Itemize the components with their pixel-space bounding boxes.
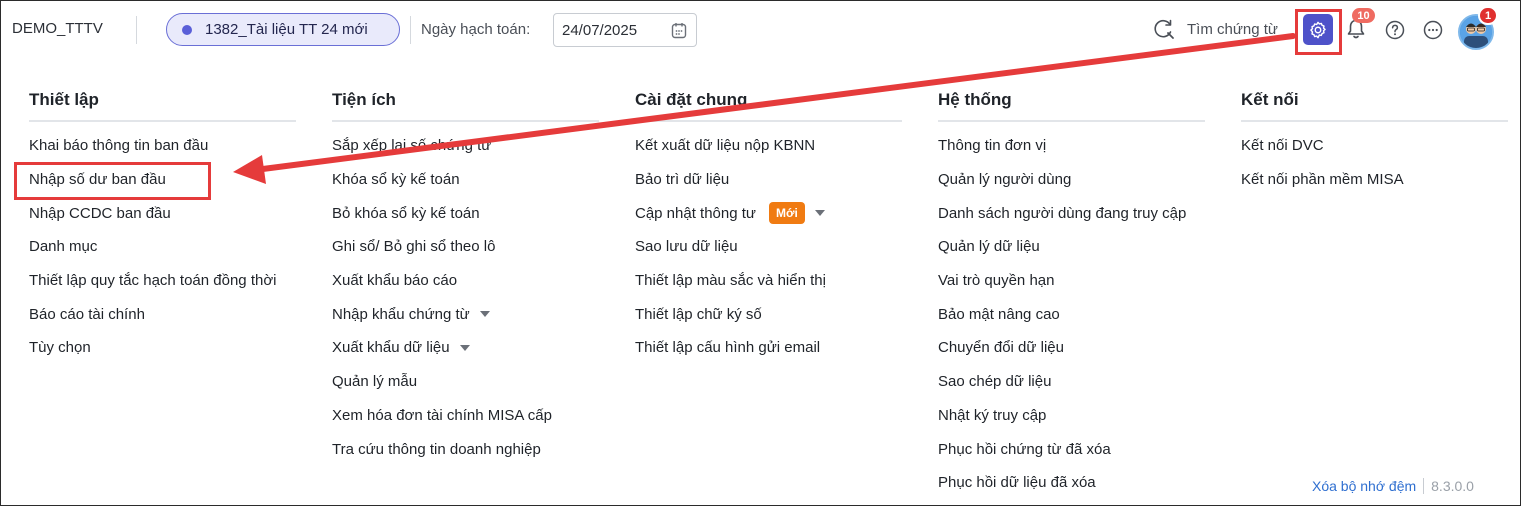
menu-item[interactable]: Khóa sổ kỳ kế toán bbox=[332, 163, 599, 197]
menu-item-export-data[interactable]: Xuất khẩu dữ liệu bbox=[332, 331, 599, 365]
menu-item[interactable]: Bảo mật nâng cao bbox=[938, 297, 1205, 331]
menu-item[interactable]: Nhập CCDC ban đầu bbox=[29, 196, 296, 230]
menu-item-label: Nhập khẩu chứng từ bbox=[332, 305, 470, 323]
menu-item[interactable]: Tra cứu thông tin doanh nghiệp bbox=[332, 432, 599, 466]
new-badge: Mới bbox=[768, 202, 805, 225]
menu-item[interactable]: Thiết lập chữ ký số bbox=[635, 297, 902, 331]
menu-item[interactable]: Thiết lập quy tắc hạch toán đồng thời bbox=[29, 264, 296, 298]
divider bbox=[136, 16, 137, 44]
column-heading: Thiết lập bbox=[29, 88, 296, 122]
menu-item[interactable]: Ghi sổ/ Bỏ ghi sổ theo lô bbox=[332, 230, 599, 264]
menu-item[interactable]: Nhật ký truy cập bbox=[938, 399, 1205, 433]
menu-item-label: Cập nhật thông tư bbox=[635, 204, 756, 222]
menu-item[interactable]: Quản lý người dùng bbox=[938, 163, 1205, 197]
menu-item[interactable]: Sao chép dữ liệu bbox=[938, 365, 1205, 399]
menu-item[interactable]: Khai báo thông tin ban đầu bbox=[29, 129, 296, 163]
menu-item-label: Xuất khẩu dữ liệu bbox=[332, 339, 450, 357]
search-vouchers[interactable]: Tìm chứng từ bbox=[1153, 18, 1278, 40]
caret-down-icon[interactable] bbox=[459, 344, 470, 351]
search-label: Tìm chứng từ bbox=[1187, 20, 1278, 38]
menu-item[interactable]: Phục hồi chứng từ đã xóa bbox=[938, 432, 1205, 466]
menu-item-import-vouchers[interactable]: Nhập khẩu chứng từ bbox=[332, 297, 599, 331]
menu-item[interactable]: Vai trò quyền hạn bbox=[938, 264, 1205, 298]
menu-item[interactable]: Xuất khẩu báo cáo bbox=[332, 264, 599, 298]
menu-item[interactable]: Sao lưu dữ liệu bbox=[635, 230, 902, 264]
menu-item[interactable]: Tùy chọn bbox=[29, 331, 296, 365]
menu-footer: Xóa bộ nhớ đệm 8.3.0.0 bbox=[1312, 478, 1474, 494]
column-heading: Cài đặt chung bbox=[635, 88, 902, 122]
menu-item[interactable]: Kết nối phần mềm MISA bbox=[1241, 163, 1508, 197]
company-name[interactable]: DEMO_TTTV bbox=[12, 20, 103, 37]
menu-item[interactable]: Phục hồi dữ liệu đã xóa bbox=[938, 466, 1205, 500]
caret-down-icon[interactable] bbox=[479, 311, 490, 318]
menu-column-tien-ich: Tiện ích Sắp xếp lại số chứng từ Khóa sổ… bbox=[332, 88, 599, 466]
menu-column-thiet-lap: Thiết lập Khai báo thông tin ban đầu Nhậ… bbox=[29, 88, 296, 365]
dataset-selector[interactable]: 1382_Tài liệu TT 24 mới bbox=[166, 13, 400, 46]
menu-item[interactable]: Sắp xếp lại số chứng từ bbox=[332, 129, 599, 163]
version-label: 8.3.0.0 bbox=[1431, 478, 1474, 494]
highlight-annotation bbox=[14, 162, 211, 200]
menu-column-ket-noi: Kết nối Kết nối DVC Kết nối phần mềm MIS… bbox=[1241, 88, 1508, 196]
top-bar: DEMO_TTTV 1382_Tài liệu TT 24 mới Ngày h… bbox=[0, 0, 1521, 60]
menu-item[interactable]: Báo cáo tài chính bbox=[29, 297, 296, 331]
menu-item[interactable]: Kết nối DVC bbox=[1241, 129, 1508, 163]
menu-column-cai-dat-chung: Cài đặt chung Kết xuất dữ liệu nộp KBNN … bbox=[635, 88, 902, 365]
column-heading: Kết nối bbox=[1241, 88, 1508, 122]
calendar-icon[interactable] bbox=[671, 22, 687, 39]
menu-item[interactable]: Bảo trì dữ liệu bbox=[635, 163, 902, 197]
menu-column-he-thong: Hệ thống Thông tin đơn vị Quản lý người … bbox=[938, 88, 1205, 500]
notification-count-badge: 10 bbox=[1352, 8, 1375, 23]
more-icon[interactable] bbox=[1423, 20, 1443, 40]
menu-item[interactable]: Thông tin đơn vị bbox=[938, 129, 1205, 163]
search-refresh-icon bbox=[1154, 19, 1174, 39]
menu-item[interactable]: Kết xuất dữ liệu nộp KBNN bbox=[635, 129, 902, 163]
menu-item[interactable]: Xem hóa đơn tài chính MISA cấp bbox=[332, 399, 599, 433]
column-heading: Hệ thống bbox=[938, 88, 1205, 122]
menu-item[interactable]: Quản lý mẫu bbox=[332, 365, 599, 399]
divider bbox=[410, 16, 411, 44]
divider bbox=[1423, 478, 1425, 494]
posting-date-input[interactable]: 24/07/2025 bbox=[553, 13, 697, 47]
dataset-dot-icon bbox=[182, 24, 192, 35]
menu-item[interactable]: Bỏ khóa sổ kỳ kế toán bbox=[332, 196, 599, 230]
menu-item[interactable]: Quản lý dữ liệu bbox=[938, 230, 1205, 264]
clear-cache-link[interactable]: Xóa bộ nhớ đệm bbox=[1312, 478, 1416, 494]
avatar-badge: 1 bbox=[1478, 6, 1498, 25]
column-heading: Tiện ích bbox=[332, 88, 599, 122]
posting-date-value: 24/07/2025 bbox=[562, 21, 638, 39]
menu-item-update-circular[interactable]: Cập nhật thông tư Mới bbox=[635, 196, 902, 230]
dataset-name: 1382_Tài liệu TT 24 mới bbox=[205, 21, 368, 38]
help-icon[interactable] bbox=[1385, 20, 1405, 40]
caret-down-icon[interactable] bbox=[814, 210, 825, 217]
posting-date-label: Ngày hạch toán: bbox=[421, 21, 531, 38]
menu-item[interactable]: Danh sách người dùng đang truy cập bbox=[938, 196, 1205, 230]
settings-highlight-annotation bbox=[1295, 9, 1342, 55]
menu-item[interactable]: Thiết lập màu sắc và hiển thị bbox=[635, 264, 902, 298]
menu-item[interactable]: Danh mục bbox=[29, 230, 296, 264]
menu-item[interactable]: Chuyển đổi dữ liệu bbox=[938, 331, 1205, 365]
menu-item[interactable]: Thiết lập cấu hình gửi email bbox=[635, 331, 902, 365]
